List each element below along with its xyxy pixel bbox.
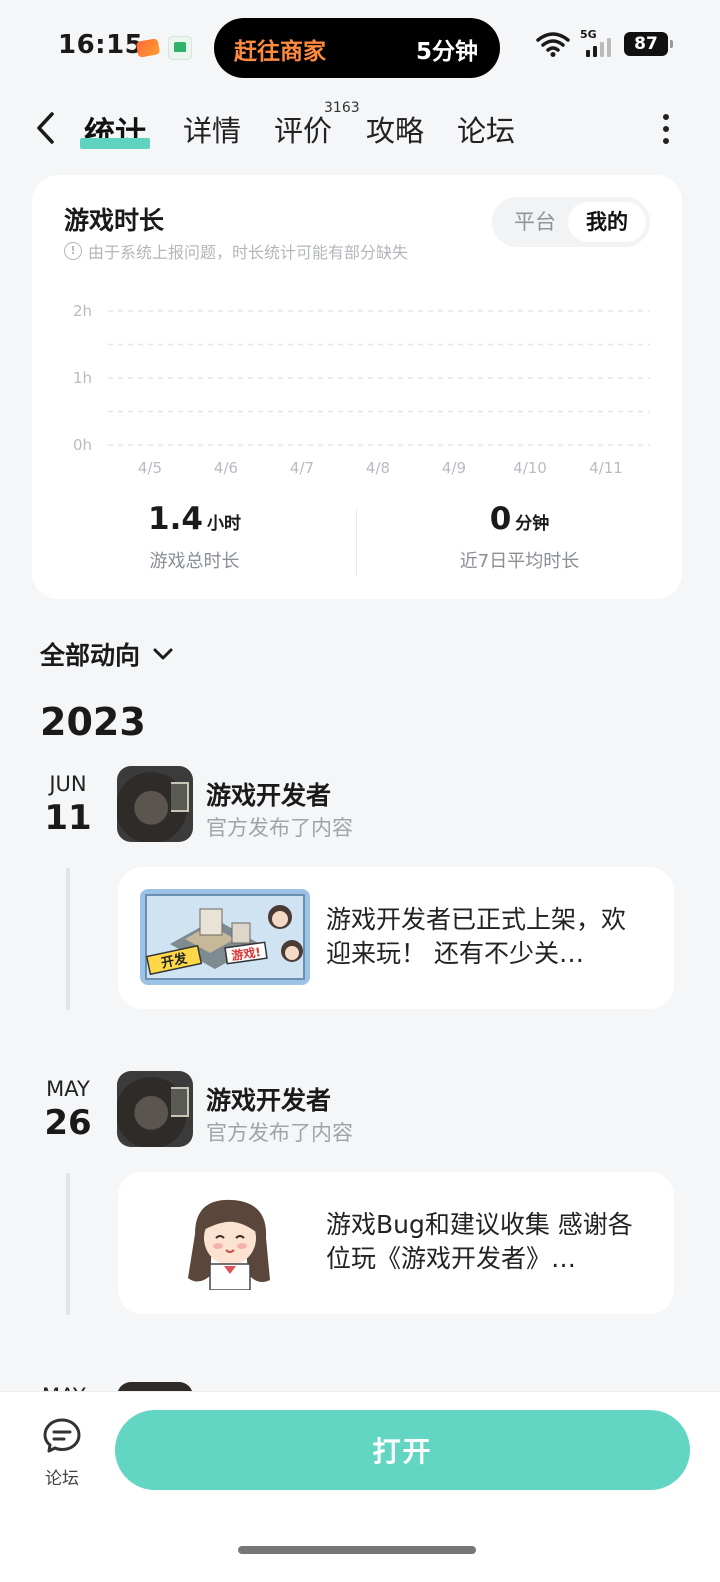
filter-label: 全部动向 — [40, 641, 141, 670]
post-text: 游戏开发者已正式上架，欢迎来玩！ 还有不少关… — [326, 905, 627, 968]
post-thumbnail: 开发 游戏! — [140, 889, 310, 985]
segment-platform[interactable]: 平台 — [502, 202, 568, 242]
timeline-connector — [66, 1173, 70, 1315]
entry-day: 26 — [44, 1103, 92, 1143]
total-playtime-label: 游戏总时长 — [149, 551, 240, 572]
x-tick-label: 4/11 — [589, 459, 623, 477]
forum-button[interactable]: 论坛 — [34, 1416, 90, 1489]
total-playtime-stat: 1.4 小时 游戏总时长 — [32, 501, 357, 573]
average-playtime-value: 0 — [489, 501, 512, 537]
post-text: 游戏Bug和建议收集 感谢各位玩《游戏开发者》… — [326, 1210, 633, 1273]
x-tick-label: 4/7 — [290, 459, 314, 477]
character-illustration — [140, 1194, 310, 1290]
entry-subtitle: 官方发布了内容 — [206, 1121, 353, 1145]
stats-summary: 1.4 小时 游戏总时长 0 分钟 近7日平均时长 — [32, 501, 682, 585]
island-eta-text: 5分钟 — [415, 39, 478, 65]
chat-bubble-icon — [43, 1418, 81, 1453]
total-playtime-value: 1.4 — [148, 501, 203, 537]
notice-text: 由于系统上报问题，时长统计可能有部分缺失 — [88, 243, 409, 262]
bottom-action-bar: 论坛 打开 — [0, 1392, 720, 1582]
x-tick-label: 4/5 — [138, 459, 162, 477]
open-game-button[interactable]: 打开 — [115, 1410, 690, 1490]
entry-day: 11 — [44, 798, 92, 838]
play-time-card: 游戏时长 ! 由于系统上报问题，时长统计可能有部分缺失 平台 我的 2h 1h 0h… — [32, 175, 682, 599]
cellular-signal-icon: 5G — [580, 28, 614, 58]
y-tick-label: 1h — [73, 369, 92, 387]
review-count-badge: 3163 — [324, 100, 360, 116]
y-tick-label: 2h — [73, 302, 92, 320]
developer-avatar[interactable] — [117, 1071, 193, 1147]
status-indicators: 5G 87 — [536, 28, 673, 58]
data-missing-notice: ! 由于系统上报问题，时长统计可能有部分缺失 — [64, 239, 408, 263]
entry-month: JUN — [49, 772, 87, 796]
more-options-icon[interactable] — [656, 110, 676, 146]
entry-author[interactable]: 游戏开发者 — [206, 1081, 331, 1117]
x-tick-label: 4/10 — [513, 459, 547, 477]
source-segmented-control: 平台 我的 — [492, 197, 650, 247]
post-thumbnail — [140, 1194, 310, 1290]
total-playtime-unit: 小时 — [206, 514, 241, 534]
top-navigation: 统计 详情 评价 攻略 论坛 — [0, 100, 720, 160]
y-tick-label: 0h — [73, 436, 92, 454]
dynamic-island[interactable]: 赶往商家 5分钟 — [214, 18, 500, 78]
activity-filter-dropdown[interactable]: 全部动向 — [40, 636, 176, 672]
info-icon: ! — [64, 242, 82, 260]
average-playtime-unit: 分钟 — [515, 514, 550, 534]
home-app-icon — [168, 36, 192, 60]
average-playtime-stat: 0 分钟 近7日平均时长 — [357, 501, 682, 573]
card-title: 游戏时长 — [64, 206, 165, 235]
game-app-icon — [135, 38, 161, 58]
tab-forum[interactable]: 论坛 — [457, 108, 515, 150]
entry-month: MAY — [46, 1077, 90, 1101]
chevron-down-icon — [153, 648, 173, 660]
back-arrow-icon[interactable] — [30, 106, 66, 150]
home-indicator[interactable] — [238, 1546, 476, 1554]
timeline-connector — [66, 868, 70, 1010]
tab-details[interactable]: 详情 — [183, 108, 241, 150]
post-card[interactable]: 开发 游戏! 游戏开发者已正式上架，欢迎来玩！ 还有不少关… — [118, 867, 674, 1009]
status-bar: 16:15 赶往商家 5分钟 5G 87 — [0, 0, 720, 96]
x-tick-label: 4/6 — [214, 459, 238, 477]
entry-author[interactable]: 游戏开发者 — [206, 776, 331, 812]
status-time: 16:15 — [58, 30, 144, 60]
island-status-text: 赶往商家 — [234, 39, 326, 65]
developer-avatar[interactable] — [117, 766, 193, 842]
year-heading: 2023 — [40, 700, 146, 744]
battery-icon: 87 — [624, 32, 673, 56]
forum-label: 论坛 — [45, 1469, 79, 1489]
post-card[interactable]: 游戏Bug和建议收集 感谢各位玩《游戏开发者》… — [118, 1172, 674, 1314]
playtime-chart: 2h 1h 0h 4/5 4/6 4/7 4/8 4/9 4/10 4/11 — [73, 302, 650, 477]
average-playtime-label: 近7日平均时长 — [459, 551, 580, 572]
tab-guides[interactable]: 攻略 — [366, 108, 424, 150]
wifi-icon — [536, 32, 570, 57]
segment-mine[interactable]: 我的 — [568, 202, 646, 242]
active-tab-indicator — [80, 138, 150, 149]
x-tick-label: 4/8 — [366, 459, 390, 477]
x-tick-label: 4/9 — [442, 459, 466, 477]
entry-subtitle: 官方发布了内容 — [206, 816, 353, 840]
